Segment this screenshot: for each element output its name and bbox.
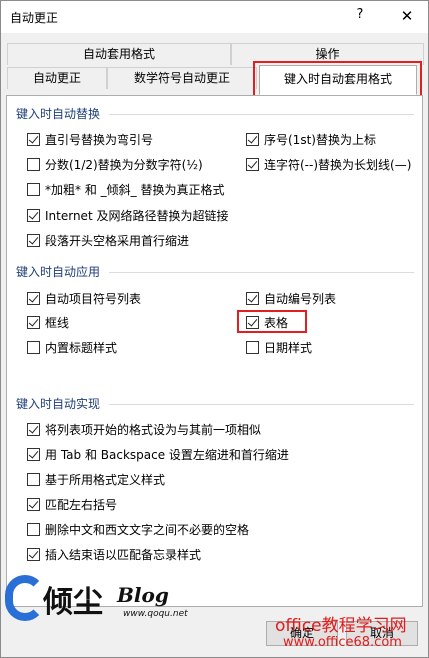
checkbox-label: 将列表项开始的格式设为与其前一项相似 <box>45 422 262 437</box>
checkbox-label: 序号(1st)替换为上标 <box>264 132 376 147</box>
checkbox-box[interactable] <box>27 182 40 196</box>
checkbox-label: 分数(1/2)替换为分数字符(½) <box>45 157 203 172</box>
logo-c-icon <box>5 575 45 621</box>
checkbox-box[interactable] <box>27 315 40 329</box>
tab-autoformat[interactable]: 自动套用格式 <box>7 43 231 65</box>
checkbox-date-styles[interactable]: 日期样式 <box>246 339 312 355</box>
checkbox-box[interactable] <box>246 157 259 171</box>
checkbox-box[interactable] <box>27 497 40 511</box>
checkbox-label: 用 Tab 和 Backspace 设置左缩进和首行缩进 <box>45 447 289 462</box>
tab-math-autocorrect[interactable]: 数学符号自动更正 <box>107 67 257 89</box>
checkbox-box[interactable] <box>27 472 40 486</box>
checkbox-box[interactable] <box>27 208 40 222</box>
checkbox-label: *加粗* 和 _倾斜_ 替换为真正格式 <box>45 182 225 197</box>
separator <box>109 272 414 273</box>
watermark-site-url: www.office68.com <box>283 635 402 650</box>
help-icon[interactable]: ? <box>352 7 368 25</box>
watermark-site-name: office教程学习网 <box>275 616 407 636</box>
checkbox-hyphens-dash[interactable]: 连字符(--)替换为长划线(—) <box>246 156 411 172</box>
checkbox-label: 自动项目符号列表 <box>45 291 142 306</box>
watermark-logo: 倾尘 Blog www.qoqu.net <box>5 573 205 629</box>
checkbox-box[interactable] <box>27 132 40 146</box>
checkbox-fractions[interactable]: 分数(1/2)替换为分数字符(½) <box>27 156 203 172</box>
checkbox-label: 基于所用格式定义样式 <box>45 472 166 487</box>
checkbox-box[interactable] <box>27 157 40 171</box>
tables-highlight-box <box>237 310 307 333</box>
group-title-apply: 键入时自动应用 <box>16 265 101 279</box>
checkbox-label: Internet 及网络路径替换为超链接 <box>45 208 229 223</box>
checkbox-box[interactable] <box>246 340 259 354</box>
checkbox-box[interactable] <box>27 447 40 461</box>
group-title-implement: 键入时自动实现 <box>16 397 101 411</box>
checkbox-borders[interactable]: 框线 <box>27 314 69 330</box>
checkbox-label: 内置标题样式 <box>45 340 118 355</box>
checkbox-box[interactable] <box>27 340 40 354</box>
checkbox-closing-phrase[interactable]: 插入结束语以匹配备忘录样式 <box>27 546 201 562</box>
checkbox-label: 连字符(--)替换为长划线(—) <box>264 157 412 172</box>
group-title-replace: 键入时自动替换 <box>16 107 101 121</box>
tab-autocorrect[interactable]: 自动更正 <box>7 67 107 89</box>
close-icon[interactable]: ✕ <box>397 6 417 26</box>
checkbox-list-format[interactable]: 将列表项开始的格式设为与其前一项相似 <box>27 421 261 437</box>
checkbox-label: 删除中文和西文文字之间不必要的空格 <box>45 522 250 537</box>
title-bar: 自动更正 ? ✕ <box>1 1 428 33</box>
checkbox-label: 日期样式 <box>264 340 313 355</box>
watermark-logo-text: 倾尘 <box>43 585 103 620</box>
tab-highlight-box <box>253 61 422 99</box>
checkbox-box[interactable] <box>27 291 40 305</box>
checkbox-box[interactable] <box>246 132 259 146</box>
separator <box>109 114 414 115</box>
checkbox-label: 匹配左右括号 <box>45 497 118 512</box>
checkbox-match-parentheses[interactable]: 匹配左右括号 <box>27 496 117 512</box>
checkbox-ordinals-superscript[interactable]: 序号(1st)替换为上标 <box>246 131 376 147</box>
checkbox-auto-bullets[interactable]: 自动项目符号列表 <box>27 290 141 306</box>
checkbox-smart-quotes[interactable]: 直引号替换为弯引号 <box>27 131 153 147</box>
checkbox-first-line-indent[interactable]: 段落开头空格采用首行缩进 <box>27 232 189 248</box>
checkbox-label: 插入结束语以匹配备忘录样式 <box>45 547 202 562</box>
checkbox-label: 段落开头空格采用首行缩进 <box>45 233 190 248</box>
checkbox-define-styles[interactable]: 基于所用格式定义样式 <box>27 471 165 487</box>
checkbox-bold-italic[interactable]: *加粗* 和 _倾斜_ 替换为真正格式 <box>27 181 224 197</box>
checkbox-box[interactable] <box>27 422 40 436</box>
checkbox-hyperlinks[interactable]: Internet 及网络路径替换为超链接 <box>27 207 228 223</box>
checkbox-label: 直引号替换为弯引号 <box>45 132 154 147</box>
checkbox-label: 框线 <box>45 315 70 330</box>
checkbox-heading-styles[interactable]: 内置标题样式 <box>27 339 117 355</box>
checkbox-box[interactable] <box>27 233 40 247</box>
checkbox-tab-backspace-indent[interactable]: 用 Tab 和 Backspace 设置左缩进和首行缩进 <box>27 446 289 462</box>
checkbox-box[interactable] <box>246 291 259 305</box>
checkbox-label: 自动编号列表 <box>264 291 337 306</box>
autocorrect-dialog: 自动更正 ? ✕ 自动套用格式 操作 自动更正 数学符号自动更正 键入时自动套用… <box>0 0 429 658</box>
checkbox-box[interactable] <box>27 522 40 536</box>
checkbox-remove-spaces[interactable]: 删除中文和西文文字之间不必要的空格 <box>27 521 249 537</box>
checkbox-box[interactable] <box>27 547 40 561</box>
watermark-logo-url: www.qoqu.net <box>123 609 188 619</box>
separator <box>109 404 414 405</box>
checkbox-auto-numbering[interactable]: 自动编号列表 <box>246 290 336 306</box>
window-title: 自动更正 <box>10 11 59 25</box>
watermark-logo-blog: Blog <box>117 583 169 607</box>
